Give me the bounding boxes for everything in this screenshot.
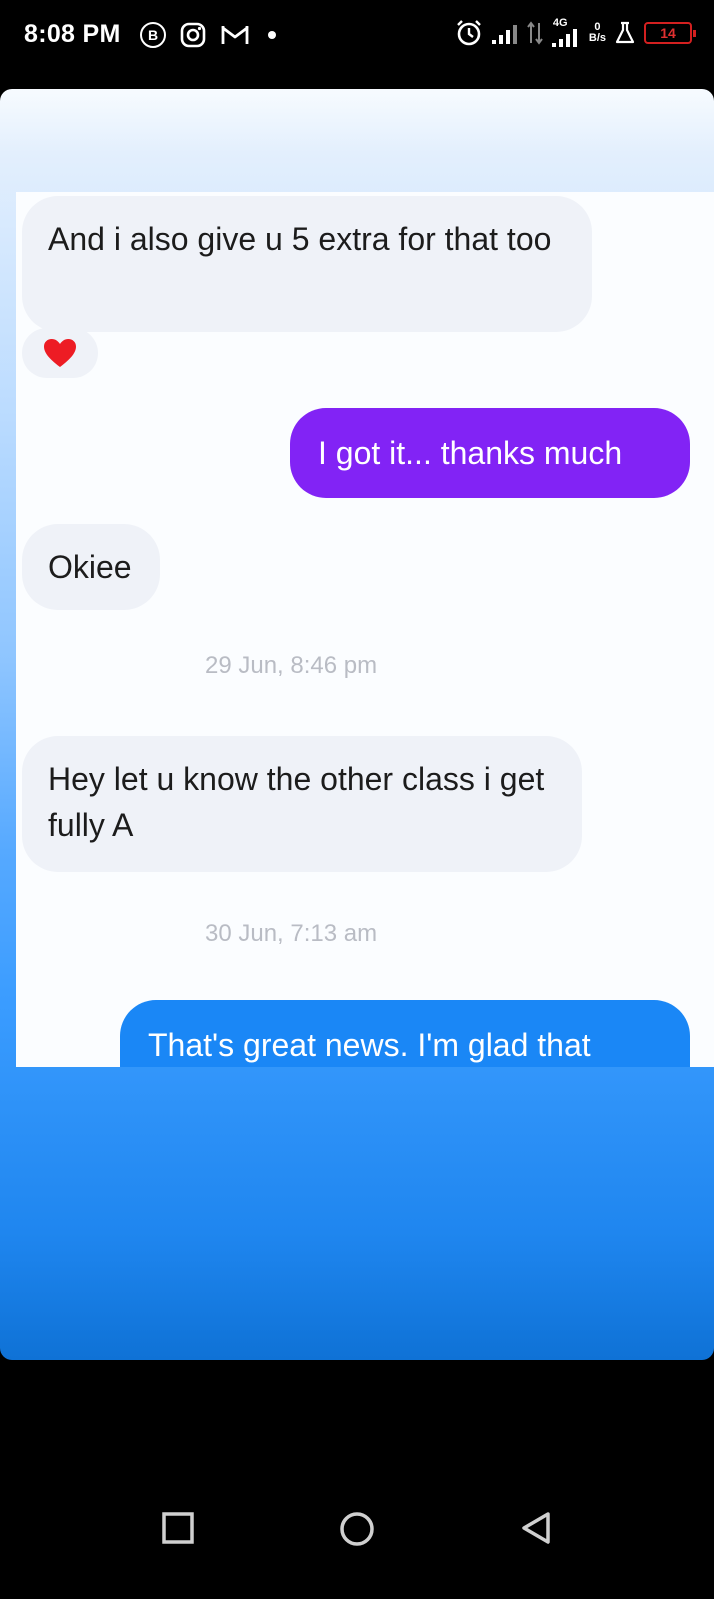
status-time: 8:08 PM [24,20,121,48]
status-bar: 8:08 PM B 4G 0 B/s 14 [0,0,714,72]
battery-level: 14 [660,25,676,41]
chat-screenshot: And i also give u 5 extra for that too I… [16,192,714,1067]
back-triangle-icon[interactable] [518,1510,554,1546]
message-text: Okiee [48,549,132,585]
message-text: That's great news. I'm glad that [148,1027,591,1063]
signal-icon [491,25,517,44]
status-left-icons: B [140,22,276,48]
heart-reaction[interactable] [22,328,98,378]
message-incoming[interactable]: And i also give u 5 extra for that too [22,196,592,332]
signal-4g-icon: 4G [551,18,581,48]
message-text: I got it... thanks much [318,435,623,471]
home-circle-icon[interactable] [338,1510,376,1548]
business-icon: B [140,22,166,48]
alarm-icon [457,20,481,46]
navigation-bar [0,1360,714,1599]
status-right-icons: 4G 0 B/s 14 [455,18,696,48]
timestamp: 29 Jun, 8:46 pm [205,652,378,679]
business-icon-label: B [147,27,159,43]
recents-square-icon[interactable] [160,1510,196,1546]
message-text: And i also give u 5 extra for that too [48,221,552,257]
heart-icon [44,339,76,367]
gmail-icon [221,26,249,44]
battery-icon: 14 [644,22,696,44]
message-text: Hey let u know the other class i get ful… [48,761,545,843]
signal-bars-icon [551,29,577,47]
message-outgoing[interactable]: That's great news. I'm glad that [120,1000,690,1067]
notification-dot [268,31,276,39]
speed-icon: 0 B/s [589,22,606,44]
message-incoming[interactable]: Hey let u know the other class i get ful… [22,736,582,872]
flask-icon [615,21,635,44]
data-arrows-icon [527,21,543,45]
timestamp: 30 Jun, 7:13 am [205,920,378,947]
message-outgoing[interactable]: I got it... thanks much [290,408,690,498]
shared-screenshot-card: And i also give u 5 extra for that too I… [0,89,714,1360]
instagram-icon [180,22,206,48]
speed-unit: B/s [588,32,606,44]
message-incoming[interactable]: Okiee [22,524,160,610]
